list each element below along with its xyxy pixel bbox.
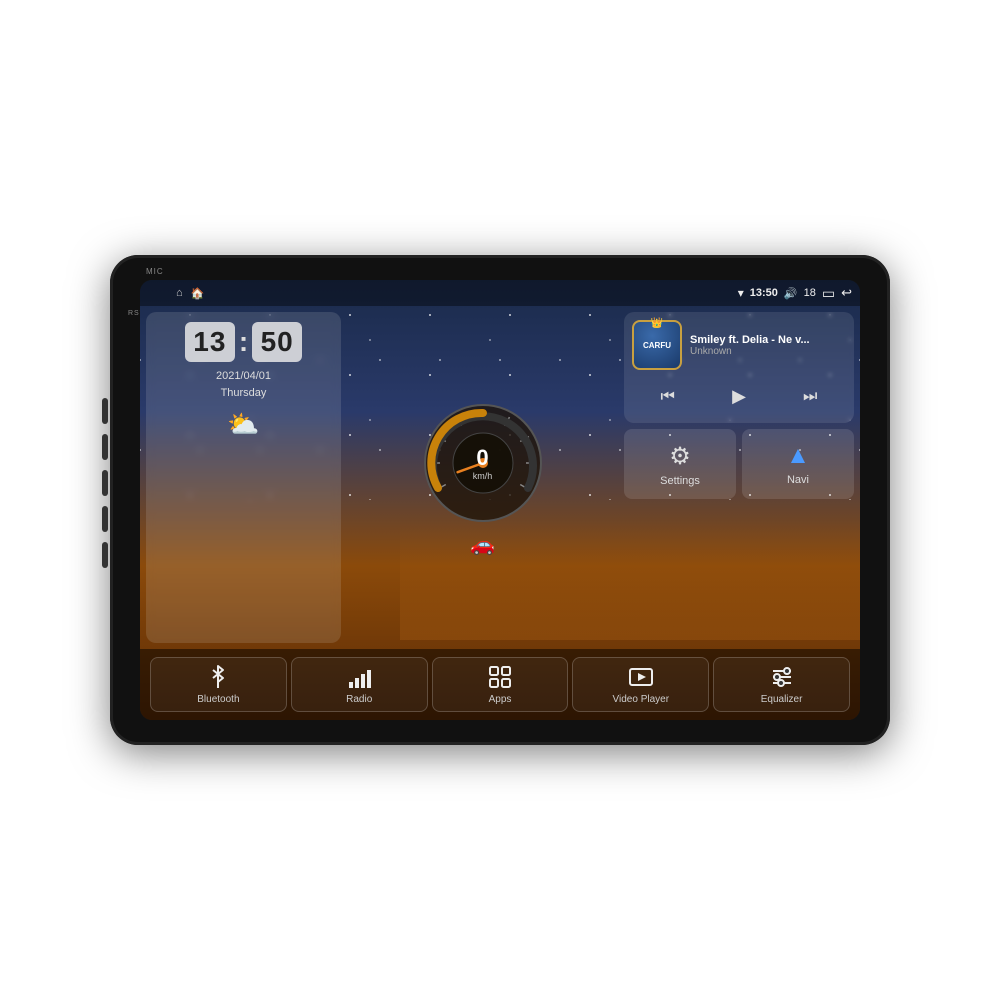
settings-button[interactable]: ⚙ Settings — [624, 429, 736, 499]
settings-icon: ⚙ — [669, 442, 691, 471]
right-section: 👑 CARFU Smiley ft. Delia - Ne v... Unkno… — [624, 312, 854, 643]
music-controls: ⏮ ▶ ⏭ — [632, 378, 846, 415]
music-metadata: Smiley ft. Delia - Ne v... Unknown — [690, 334, 846, 357]
side-buttons — [102, 398, 108, 568]
bluetooth-icon — [205, 664, 231, 690]
car-head-unit: MIC RST ⌂ 🏠 ▾ 13:50 🔊 18 ▭ ↩ — [110, 255, 890, 745]
settings-label: Settings — [660, 475, 700, 487]
navigation-button[interactable]: ▲ Navi — [742, 429, 854, 499]
top-widgets: 13 : 50 2021/04/01 Thursday ⛅ — [140, 306, 860, 649]
quick-access-buttons: ⚙ Settings ▲ Navi — [624, 429, 854, 643]
volume-icon: 🔊 — [784, 287, 798, 300]
speedo-readout: 0 km/h — [473, 445, 493, 481]
album-art: 👑 CARFU — [632, 320, 682, 370]
album-brand: CARFU — [643, 341, 671, 350]
radio-label: Radio — [346, 694, 372, 705]
speed-unit: km/h — [473, 471, 493, 481]
clock-date: 2021/04/01 Thursday — [216, 368, 271, 401]
prev-button[interactable]: ⏮ — [657, 384, 679, 410]
side-button-1[interactable] — [102, 398, 108, 424]
crown-icon: 👑 — [651, 318, 663, 329]
clock-hours: 13 — [185, 322, 235, 362]
apps-label: Apps — [489, 694, 512, 705]
video-player-button[interactable]: Video Player — [572, 657, 709, 712]
apps-button[interactable]: Apps — [432, 657, 569, 712]
clock-colon: : — [239, 322, 248, 362]
apps-icon — [487, 664, 513, 690]
music-widget[interactable]: 👑 CARFU Smiley ft. Delia - Ne v... Unkno… — [624, 312, 854, 423]
video-icon — [628, 664, 654, 690]
clock-widget: 13 : 50 2021/04/01 Thursday ⛅ — [146, 312, 341, 643]
equalizer-label: Equalizer — [761, 694, 803, 705]
navi-label: Navi — [787, 474, 809, 486]
radio-icon — [346, 664, 372, 690]
volume-level: 18 — [804, 287, 816, 299]
speedometer-widget: 0 km/h 🚗 — [347, 312, 618, 643]
video-label: Video Player — [613, 694, 670, 705]
car-icon: 🚗 — [470, 532, 495, 557]
play-button[interactable]: ▶ — [728, 382, 750, 411]
bottom-dock: Bluetooth Radio — [140, 649, 860, 720]
weather-icon: ⛅ — [227, 409, 259, 440]
home-outline-icon: ⌂ — [176, 287, 183, 299]
side-button-5[interactable] — [102, 542, 108, 568]
equalizer-icon — [769, 664, 795, 690]
status-bar-right: ▾ 13:50 🔊 18 ▭ ↩ — [738, 285, 852, 302]
radio-button[interactable]: Radio — [291, 657, 428, 712]
clock-minutes: 50 — [252, 322, 302, 362]
next-button[interactable]: ⏭ — [799, 384, 821, 410]
status-time: 13:50 — [750, 287, 778, 299]
navigation-icon: ▲ — [786, 442, 810, 470]
bluetooth-label: Bluetooth — [197, 694, 239, 705]
side-button-4[interactable] — [102, 506, 108, 532]
equalizer-button[interactable]: Equalizer — [713, 657, 850, 712]
clock-display: 13 : 50 — [185, 322, 302, 362]
status-bar: ⌂ 🏠 ▾ 13:50 🔊 18 ▭ ↩ — [140, 280, 860, 306]
back-icon: ↩ — [841, 285, 852, 301]
home-filled-icon: 🏠 — [191, 287, 205, 300]
side-button-2[interactable] — [102, 434, 108, 460]
music-info-row: 👑 CARFU Smiley ft. Delia - Ne v... Unkno… — [632, 320, 846, 370]
bluetooth-button[interactable]: Bluetooth — [150, 657, 287, 712]
status-bar-left: ⌂ 🏠 — [176, 287, 204, 300]
music-artist: Unknown — [690, 346, 846, 357]
music-title: Smiley ft. Delia - Ne v... — [690, 334, 846, 346]
wifi-icon: ▾ — [738, 286, 744, 300]
battery-icon: ▭ — [822, 285, 835, 302]
screen: ⌂ 🏠 ▾ 13:50 🔊 18 ▭ ↩ 13 : 50 — [140, 280, 860, 720]
side-button-3[interactable] — [102, 470, 108, 496]
main-content: 13 : 50 2021/04/01 Thursday ⛅ — [140, 306, 860, 720]
speedometer: 0 km/h — [418, 398, 548, 528]
mic-label: MIC — [146, 267, 164, 276]
speed-value: 0 — [473, 445, 493, 471]
